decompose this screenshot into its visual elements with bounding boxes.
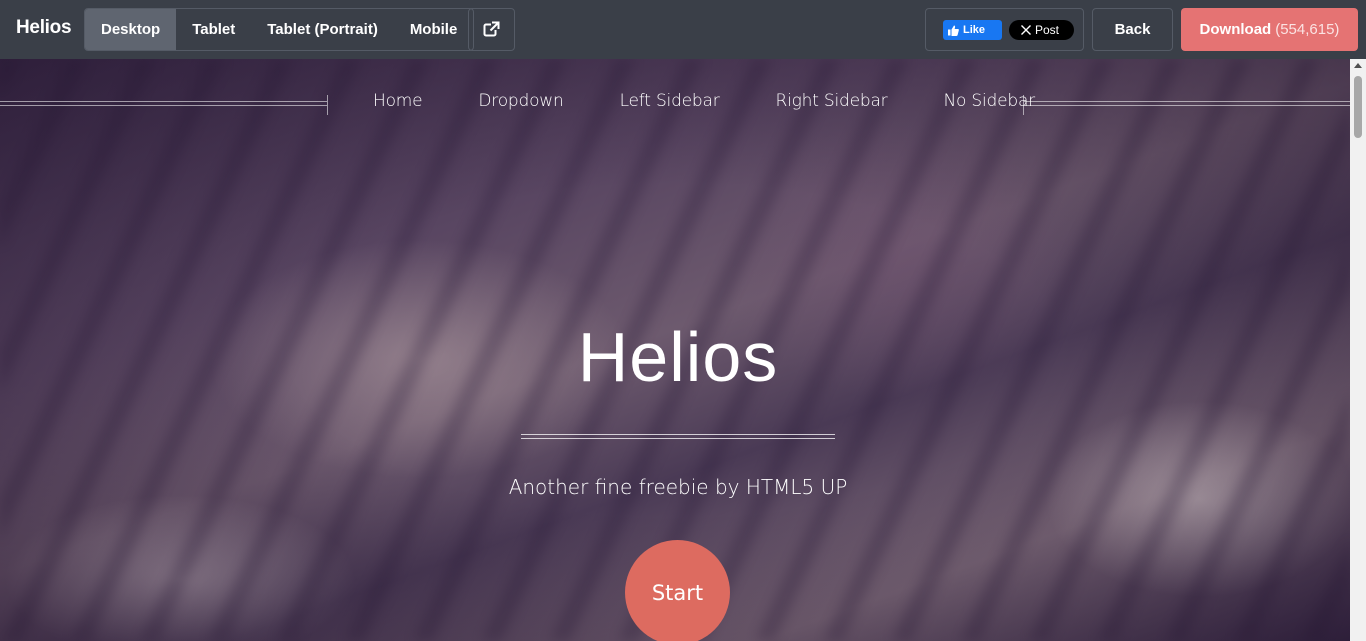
scroll-thumb[interactable] [1354, 76, 1362, 138]
template-name: Helios [16, 17, 72, 38]
download-label: Download [1199, 21, 1272, 38]
hero-divider [521, 434, 835, 439]
x-post-button[interactable]: Post [1009, 20, 1074, 40]
back-button[interactable]: Back [1092, 8, 1173, 51]
download-button[interactable]: Download (554,615) [1181, 8, 1358, 51]
device-tablet-portrait-button[interactable]: Tablet (Portrait) [251, 9, 394, 50]
open-in-new-window-button[interactable] [468, 8, 515, 51]
x-post-label: Post [1035, 23, 1060, 37]
nav-divider-right [1024, 101, 1350, 106]
nav-item-dropdown[interactable]: Dropdown [450, 91, 591, 111]
thumbs-up-icon [948, 25, 959, 36]
hero-subtitle: Another fine freebie by HTML5 UP [508, 475, 848, 499]
nav-menu: Home Dropdown Left Sidebar Right Sidebar… [345, 91, 1063, 111]
hero-title: Helios [577, 318, 779, 396]
device-switcher: Desktop Tablet Tablet (Portrait) Mobile [84, 8, 475, 51]
facebook-like-label: Like [963, 24, 986, 36]
preview-toolbar: Helios Desktop Tablet Tablet (Portrait) … [0, 0, 1366, 59]
start-button[interactable]: Start [625, 540, 730, 641]
external-link-icon [483, 21, 500, 37]
device-tablet-button[interactable]: Tablet [176, 9, 251, 50]
site-nav: Home Dropdown Left Sidebar Right Sidebar… [0, 83, 1350, 125]
scroll-up-icon[interactable] [1354, 63, 1362, 68]
nav-item-right-sidebar[interactable]: Right Sidebar [748, 91, 916, 111]
vertical-scrollbar[interactable] [1350, 59, 1366, 641]
facebook-like-button[interactable]: Like [943, 20, 1002, 40]
nav-divider-left [0, 101, 327, 106]
device-desktop-button[interactable]: Desktop [85, 9, 177, 50]
template-preview: Home Dropdown Left Sidebar Right Sidebar… [0, 59, 1350, 641]
download-count: (554,615) [1275, 21, 1340, 38]
device-mobile-button[interactable]: Mobile [394, 9, 473, 50]
nav-item-left-sidebar[interactable]: Left Sidebar [592, 91, 748, 111]
x-logo-icon [1021, 25, 1031, 35]
social-share-box: Like Post [925, 8, 1084, 51]
nav-item-home[interactable]: Home [345, 91, 450, 111]
